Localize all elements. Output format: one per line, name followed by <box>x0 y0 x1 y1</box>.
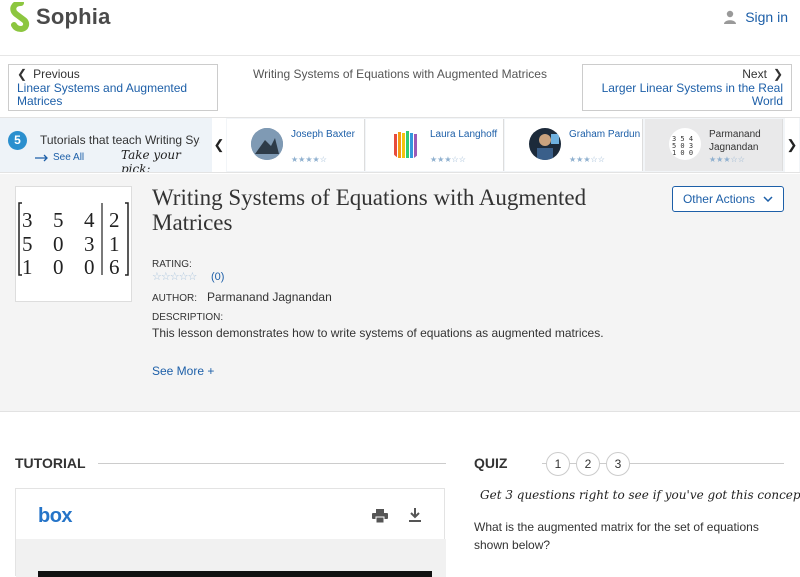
tutorial-count-badge: 5 <box>8 131 27 150</box>
rating-stars[interactable]: ☆☆☆☆☆ <box>152 270 197 283</box>
quiz-heading: QUIZ <box>474 455 508 471</box>
matrix-entry: 1 <box>109 232 120 256</box>
matrix-entry: 2 <box>109 208 120 232</box>
lesson-title: Writing Systems of Equations with Augmen… <box>152 185 587 235</box>
augmented-matrix-image: 3 5 4 2 5 0 3 1 1 0 0 6 <box>18 202 129 279</box>
box-document-viewer[interactable]: box <box>15 488 446 577</box>
avatar <box>251 128 283 160</box>
matrix-entry: 5 <box>22 232 33 256</box>
tutorial-card-selected[interactable]: 3 5 45 0 31 0 0 Parmanand Jagnandan ★★★☆… <box>645 119 783 171</box>
quiz-question-2-button[interactable]: 2 <box>576 452 600 476</box>
tutor-name: Graham Pardun <box>569 129 641 140</box>
document-page <box>38 571 432 577</box>
matrix-entry: 0 <box>53 255 64 279</box>
see-all-link[interactable]: See All <box>35 152 84 163</box>
matrix-entry: 3 <box>84 232 95 256</box>
see-all-label: See All <box>53 152 85 163</box>
avatar <box>390 128 422 160</box>
chevron-left-icon: ❮ <box>213 137 225 152</box>
svg-text:1 0 0: 1 0 0 <box>672 149 693 157</box>
matrix-entry: 0 <box>84 255 95 279</box>
user-icon <box>724 10 737 24</box>
avatar: 3 5 45 0 31 0 0 <box>669 128 701 160</box>
star-rating: ★★★☆☆ <box>430 155 466 164</box>
current-lesson-title: Writing Systems of Equations with Augmen… <box>253 67 547 81</box>
sign-in-link[interactable]: Sign in <box>723 9 788 25</box>
star-rating: ★★★☆☆ <box>709 155 745 164</box>
strip-scroll-left-button[interactable]: ❮ <box>212 118 226 172</box>
tutor-name: Laura Langhoff <box>430 129 498 140</box>
chevron-right-icon: ❯ <box>786 137 798 152</box>
see-more-link[interactable]: See More + <box>152 364 214 378</box>
other-actions-label: Other Actions <box>682 192 756 206</box>
tutorials-strip-title: Tutorials that teach Writing Systems of … <box>40 133 200 147</box>
other-actions-button[interactable]: Other Actions <box>672 186 784 212</box>
tutor-name: Joseph Baxter <box>291 129 355 140</box>
matrix-entry: 3 <box>22 208 33 232</box>
author-name: Parmanand Jagnandan <box>207 290 332 304</box>
quiz-question-3-button[interactable]: 3 <box>606 452 630 476</box>
site-header: Sophia Sign in <box>0 0 800 56</box>
next-label: Next <box>742 67 767 81</box>
tutorial-heading: TUTORIAL <box>15 455 86 471</box>
document-preview <box>16 539 446 577</box>
lesson-description: This lesson demonstrates how to write sy… <box>152 326 604 340</box>
star-rating: ★★★☆☆ <box>569 155 605 164</box>
tutorial-card[interactable]: Joseph Baxter ★★★★☆ <box>227 119 365 171</box>
lesson-overview: 3 5 4 2 5 0 3 1 1 0 0 6 Writing Systems … <box>0 174 800 412</box>
next-lesson-link[interactable]: Larger Linear Systems in the Real World <box>591 82 783 108</box>
chevron-right-icon: ❯ <box>772 67 783 81</box>
previous-lesson-link[interactable]: Linear Systems and Augmented Matrices <box>17 82 209 108</box>
quiz-question-text: What is the augmented matrix for the set… <box>474 520 759 552</box>
matrix-entry: 0 <box>53 232 64 256</box>
strip-scroll-right-button[interactable]: ❯ <box>785 118 799 172</box>
print-icon[interactable] <box>372 509 388 528</box>
download-icon[interactable] <box>408 508 422 528</box>
arrow-right-icon <box>35 154 48 161</box>
previous-lesson-nav[interactable]: ❮ Previous Linear Systems and Augmented … <box>8 64 218 111</box>
quiz-tagline: Get 3 questions right to see if you've g… <box>480 488 800 502</box>
tutorials-strip-header: 5 Tutorials that teach Writing Systems o… <box>0 118 212 172</box>
sophia-logo[interactable]: Sophia <box>10 2 111 32</box>
matrix-entry: 1 <box>22 255 33 279</box>
previous-label: Previous <box>33 67 80 81</box>
matrix-entry: 4 <box>84 208 95 232</box>
take-your-pick-text: Take your pick: <box>121 148 181 172</box>
rating-count-link[interactable]: (0) <box>211 271 224 283</box>
tutorial-card[interactable]: Laura Langhoff ★★★☆☆ <box>366 119 504 171</box>
star-rating: ★★★★☆ <box>291 155 327 164</box>
description-label: DESCRIPTION: <box>152 312 224 323</box>
chevron-down-icon <box>763 196 773 202</box>
divider <box>98 463 446 464</box>
brand-name: Sophia <box>36 4 111 29</box>
box-logo: box <box>38 505 73 527</box>
matrix-entry: 5 <box>53 208 64 232</box>
author-label: AUTHOR: <box>152 293 197 304</box>
rating-label: RATING: <box>152 259 192 270</box>
lesson-thumbnail: 3 5 4 2 5 0 3 1 1 0 0 6 <box>15 186 132 302</box>
matrix-entry: 6 <box>109 255 120 279</box>
quiz-question-1-button[interactable]: 1 <box>546 452 570 476</box>
chevron-left-icon: ❮ <box>17 67 28 81</box>
tutor-name: Parmanand Jagnandan <box>709 129 761 153</box>
tutorials-strip: 5 Tutorials that teach Writing Systems o… <box>0 117 800 173</box>
avatar <box>529 128 561 160</box>
sign-in-label: Sign in <box>745 9 788 25</box>
tutorial-card[interactable]: Graham Pardun ★★★☆☆ <box>505 119 643 171</box>
next-lesson-nav[interactable]: Next ❯ Larger Linear Systems in the Real… <box>582 64 792 111</box>
sophia-logo-icon <box>10 2 30 32</box>
